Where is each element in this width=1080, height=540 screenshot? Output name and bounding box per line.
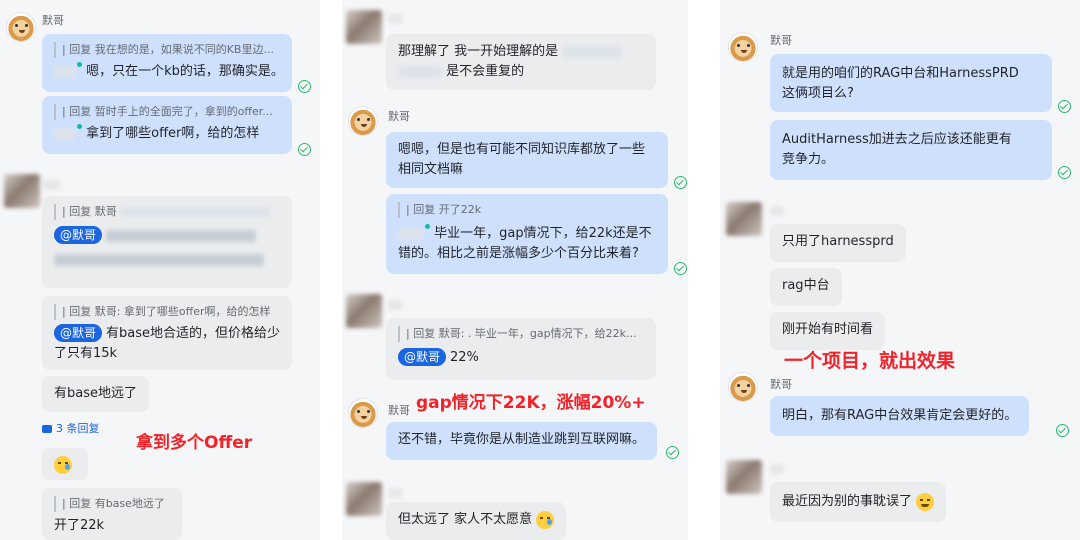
sender-name: 默哥 [388,110,410,123]
message-bubble[interactable]: | 回复 开了22k 毕业一年，gap情况下，给22k还是不 错的。相比之前是涨… [386,194,668,274]
sender-name-blurred [770,464,784,474]
message-bubble[interactable]: 还不错，毕竟你是从制造业跳到互联网嘛。 [386,422,658,460]
message-text: 但太远了 家人不太愿意 [398,512,533,527]
message-bubble[interactable]: 就是用的咱们的RAG中台和HarnessPRD 这俩项目么? [770,54,1052,112]
read-check-icon [1058,166,1071,179]
dog-avatar-icon[interactable] [6,12,36,42]
read-check-icon [674,176,687,189]
message-text: 相同文档嘛 [398,162,464,177]
message-bubble[interactable]: 只用了harnessprd [770,224,906,262]
message-bubble[interactable]: 最近因为别的事耽误了 [770,482,947,522]
message-text: 嗯嗯，但是也有可能不同知识库都放了一些 [398,142,646,157]
laugh-cry-emoji-icon [54,455,72,474]
message-bubble[interactable]: | 回复 暂时手上的全面完了，拿到的offer... 拿到了哪些offer啊，给… [42,96,292,154]
blurred-mention [54,127,76,140]
sender-name: 默哥 [388,404,410,417]
laugh-cry-emoji-icon [536,510,555,529]
message-bubble[interactable]: rag中台 [770,268,842,306]
sender-name: 默哥 [42,14,64,27]
annotation-text: gap情况下22K，涨幅20%+ [416,393,646,413]
read-check-icon [1058,100,1071,113]
contact-avatar[interactable] [346,482,382,516]
message-text: 有base地合适的，但价格给少 [106,326,281,341]
chat-panel-middle: 那理解了 我一开始理解的是 是不会重复的 默哥 嗯嗯，但是也有可能不同知识库都放… [342,0,688,540]
message-text: 最近因为别的事耽误了 [782,494,913,509]
message-bubble[interactable]: 刚开始有时间看 [770,312,886,350]
reply-quote: | 回复 默哥 [54,204,280,220]
annotation-text: 拿到多个Offer [136,433,253,453]
read-check-icon [298,143,311,156]
message-bubble[interactable] [42,448,88,480]
read-check-icon [298,80,311,93]
read-check-icon [1056,424,1069,437]
mention-tag[interactable]: @默哥 [54,226,103,244]
message-text: 就是用的咱们的RAG中台和HarnessPRD [782,66,1019,81]
message-text: 拿到了哪些offer啊，给的怎样 [86,126,260,141]
sender-name-blurred [388,14,402,24]
contact-avatar[interactable] [346,10,382,44]
dog-avatar-icon[interactable] [348,106,378,136]
contact-avatar[interactable] [4,174,40,208]
message-bubble[interactable]: | 回复 我在想的是，如果说不同的KB里边... 嗯，只在一个kb的话，那确实是… [42,34,292,92]
read-check-icon [666,446,679,459]
message-text: 是不会重复的 [446,64,525,79]
message-text: 嗯，只在一个kb的话，那确实是。 [86,64,284,79]
reply-quote: | 回复 默哥: . 毕业一年，gap情况下，给22k... [398,326,644,342]
mention-tag[interactable]: @默哥 [398,348,447,366]
chat-panel-left: 默哥 | 回复 我在想的是，如果说不同的KB里边... 嗯，只在一个kb的话，那… [0,0,320,540]
message-bubble[interactable]: 嗯嗯，但是也有可能不同知识库都放了一些 相同文档嘛 [386,132,668,188]
reply-quote: | 回复 开了22k [398,202,656,218]
contact-avatar[interactable] [726,202,762,236]
thread-replies-link[interactable]: 3 条回复 [42,420,100,436]
reply-quote: | 回复 有base地远了 [54,496,170,512]
message-text: 22% [450,350,479,365]
sender-name-blurred [42,180,60,190]
reply-quote: | 回复 暂时手上的全面完了，拿到的offer... [54,104,280,120]
message-text: 毕业一年，gap情况下，给22k还是不 [434,226,652,241]
annotation-text: 一个项目，就出效果 [784,350,956,372]
message-bubble[interactable]: | 回复 默哥: 拿到了哪些offer啊，给的怎样 @默哥 有base地合适的，但… [42,296,292,370]
message-text: 了只有15k [54,346,118,361]
message-text: AuditHarness加进去之后应该还能更有 [782,132,1012,147]
chat-panel-right: 默哥 就是用的咱们的RAG中台和HarnessPRD 这俩项目么? AuditH… [720,0,1080,540]
sender-name-blurred [770,206,784,216]
contact-avatar[interactable] [726,460,762,494]
sender-name-blurred [388,488,402,498]
message-bubble[interactable]: | 回复 默哥 @默哥 [42,196,292,288]
reply-thread-icon [42,425,52,433]
sender-name: 默哥 [770,378,792,391]
read-check-icon [674,262,687,275]
message-text: 错的。相比之前是涨幅多少个百分比来着? [398,246,639,261]
message-bubble[interactable]: 有base地远了 [42,376,149,412]
reply-quote: | 回复 我在想的是，如果说不同的KB里边... [54,42,280,58]
message-bubble[interactable]: | 回复 默哥: . 毕业一年，gap情况下，给22k... @默哥 22% [386,318,656,380]
message-text: 那理解了 我一开始理解的是 [398,44,559,59]
contact-avatar[interactable] [346,294,382,328]
sender-name: 默哥 [770,34,792,47]
message-bubble[interactable]: 但太远了 家人不太愿意 [386,502,567,540]
thinking-emoji-icon [916,492,935,511]
dog-avatar-icon[interactable] [728,372,758,402]
message-text: 这俩项目么? [782,86,854,101]
mention-tag[interactable]: @默哥 [54,324,103,342]
message-bubble[interactable]: AuditHarness加进去之后应该还能更有 竞争力。 [770,120,1052,180]
message-text: 开了22k [54,518,105,533]
blurred-mention [54,65,76,78]
sender-name-blurred [388,300,402,310]
dog-avatar-icon[interactable] [728,32,758,62]
message-bubble[interactable]: 明白，那有RAG中台效果肯定会更好的。 [770,396,1030,436]
message-bubble[interactable]: 那理解了 我一开始理解的是 是不会重复的 [386,34,656,90]
dog-avatar-icon[interactable] [348,398,378,428]
message-text: 竞争力。 [782,152,835,167]
message-bubble[interactable]: | 回复 有base地远了 开了22k [42,488,182,540]
reply-quote: | 回复 默哥: 拿到了哪些offer啊，给的怎样 [54,304,280,320]
